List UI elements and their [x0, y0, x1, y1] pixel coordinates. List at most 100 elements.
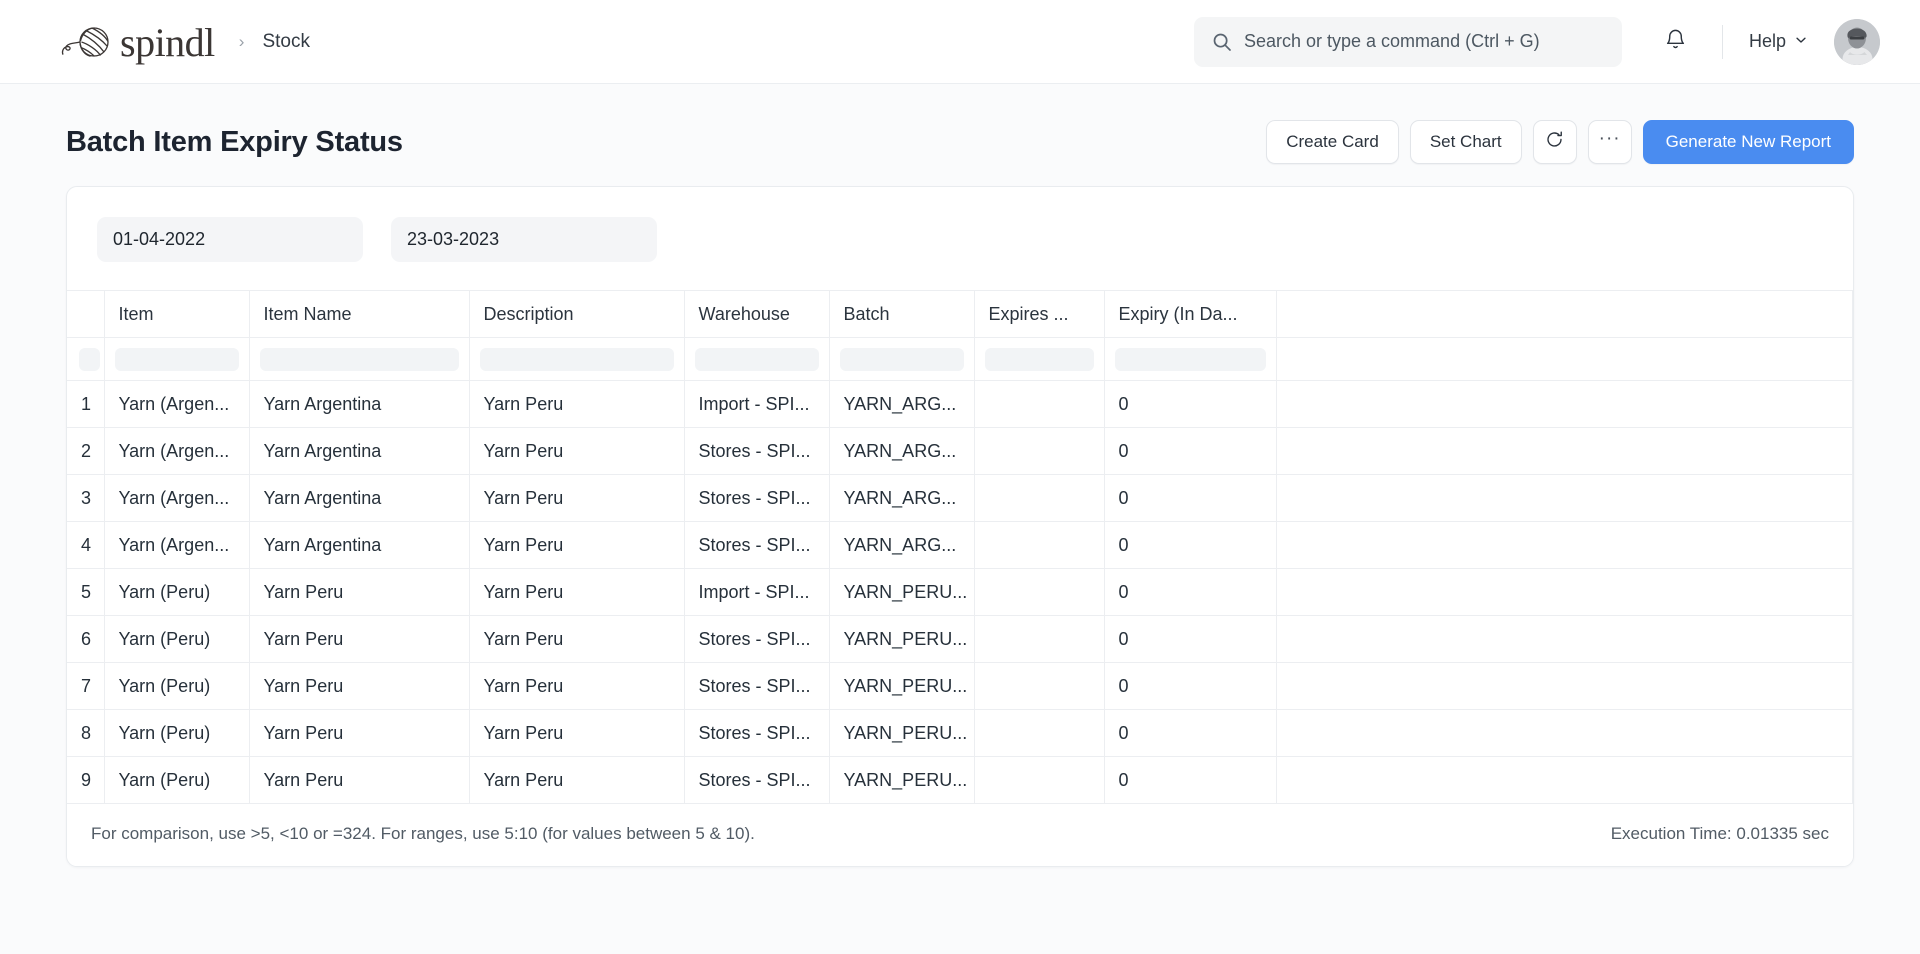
cell-expiry-days: 0: [1104, 521, 1277, 569]
table-row[interactable]: 9 Yarn (Peru) Yarn Peru Yarn Peru Stores - S…: [67, 756, 1853, 804]
page-header: Batch Item Expiry Status Create Card Set…: [66, 84, 1854, 186]
report-card: Item Item Name Description Warehouse Bat…: [66, 186, 1854, 867]
app-logo[interactable]: spindl: [60, 21, 215, 63]
page-actions: Create Card Set Chart ··· Generate New R…: [1266, 120, 1854, 164]
cell-expires: [974, 662, 1105, 710]
brand-area: spindl › Stock: [60, 21, 310, 63]
cell-item: Yarn (Peru): [104, 615, 250, 663]
cell-description: Yarn Peru: [469, 521, 685, 569]
cell-warehouse: Stores - SPI...: [684, 756, 830, 804]
row-index: 5: [67, 568, 105, 616]
refresh-icon: [1545, 130, 1564, 154]
header-warehouse[interactable]: Warehouse: [684, 290, 830, 338]
cell-item-name: Yarn Peru: [249, 662, 470, 710]
table-body: 1 Yarn (Argen... Yarn Argentina Yarn Peru Im…: [67, 380, 1853, 804]
cell-item: Yarn (Argen...: [104, 521, 250, 569]
filter-batch: [829, 337, 975, 381]
cell-expiry-days: 0: [1104, 474, 1277, 522]
cell-spacer: [1276, 521, 1853, 569]
yarn-ball-icon: [60, 21, 114, 63]
user-avatar[interactable]: [1834, 18, 1880, 65]
cell-spacer: [1276, 662, 1853, 710]
cell-item: Yarn (Argen...: [104, 427, 250, 475]
table-row[interactable]: 2 Yarn (Argen... Yarn Argentina Yarn Peru St…: [67, 427, 1853, 475]
table-row[interactable]: 8 Yarn (Peru) Yarn Peru Yarn Peru Stores - S…: [67, 709, 1853, 757]
header-expiry-days[interactable]: Expiry (In Da...: [1104, 290, 1277, 338]
header-item[interactable]: Item: [104, 290, 250, 338]
cell-item: Yarn (Peru): [104, 709, 250, 757]
filter-expires: [974, 337, 1105, 381]
table-row[interactable]: 1 Yarn (Argen... Yarn Argentina Yarn Peru Im…: [67, 380, 1853, 428]
chevron-down-icon: [1794, 31, 1808, 52]
cell-expires: [974, 756, 1105, 804]
column-filter-row: [67, 337, 1853, 381]
cell-warehouse: Stores - SPI...: [684, 615, 830, 663]
cell-spacer: [1276, 380, 1853, 428]
cell-expiry-days: 0: [1104, 756, 1277, 804]
cell-batch: YARN_PERU...: [829, 615, 975, 663]
header-expires[interactable]: Expires ...: [974, 290, 1105, 338]
row-index: 3: [67, 474, 105, 522]
filter-item: [104, 337, 250, 381]
header-spacer: [1276, 290, 1853, 338]
cell-item: Yarn (Peru): [104, 756, 250, 804]
cell-item-name: Yarn Peru: [249, 568, 470, 616]
cell-item-name: Yarn Peru: [249, 756, 470, 804]
table-row[interactable]: 6 Yarn (Peru) Yarn Peru Yarn Peru Stores - S…: [67, 615, 1853, 663]
cell-warehouse: Import - SPI...: [684, 380, 830, 428]
refresh-button[interactable]: [1532, 120, 1577, 164]
cell-expiry-days: 0: [1104, 615, 1277, 663]
notifications-button[interactable]: [1656, 22, 1696, 62]
top-navbar: spindl › Stock Search or type a command …: [0, 0, 1920, 84]
create-card-button[interactable]: Create Card: [1266, 120, 1399, 164]
generate-new-report-button[interactable]: Generate New Report: [1642, 120, 1854, 164]
page-title: Batch Item Expiry Status: [66, 125, 403, 158]
set-chart-button[interactable]: Set Chart: [1409, 120, 1522, 164]
cell-spacer: [1276, 474, 1853, 522]
filter-warehouse-input[interactable]: [694, 347, 819, 371]
filter-batch-input[interactable]: [839, 347, 964, 371]
row-index: 6: [67, 615, 105, 663]
filter-hint-text: For comparison, use >5, <10 or =324. For…: [91, 824, 755, 843]
table-row[interactable]: 4 Yarn (Argen... Yarn Argentina Yarn Peru St…: [67, 521, 1853, 569]
cell-description: Yarn Peru: [469, 615, 685, 663]
filter-item-name: [249, 337, 470, 381]
row-index: 9: [67, 756, 105, 804]
header-description[interactable]: Description: [469, 290, 685, 338]
table-row[interactable]: 3 Yarn (Argen... Yarn Argentina Yarn Peru St…: [67, 474, 1853, 522]
header-batch[interactable]: Batch: [829, 290, 975, 338]
filter-expires-input[interactable]: [984, 347, 1094, 371]
breadcrumb-separator: ›: [238, 31, 245, 51]
breadcrumb-stock[interactable]: Stock: [262, 31, 310, 53]
table-row[interactable]: 7 Yarn (Peru) Yarn Peru Yarn Peru Stores - S…: [67, 662, 1853, 710]
table-header: Item Item Name Description Warehouse Bat…: [67, 290, 1853, 381]
header-item-name[interactable]: Item Name: [249, 290, 470, 338]
filter-description-input[interactable]: [479, 347, 674, 371]
report-table-wrap: Item Item Name Description Warehouse Bat…: [67, 290, 1853, 804]
filter-item-input[interactable]: [114, 347, 239, 371]
cell-batch: YARN_PERU...: [829, 568, 975, 616]
cell-description: Yarn Peru: [469, 756, 685, 804]
filter-expiry-days-input[interactable]: [1114, 347, 1266, 371]
navbar-divider: [1721, 24, 1723, 59]
cell-item-name: Yarn Argentina: [249, 380, 470, 428]
row-index: 2: [67, 427, 105, 475]
cell-item-name: Yarn Argentina: [249, 427, 470, 475]
table-row[interactable]: 5 Yarn (Peru) Yarn Peru Yarn Peru Import - S…: [67, 568, 1853, 616]
cell-expiry-days: 0: [1104, 709, 1277, 757]
report-table: Item Item Name Description Warehouse Bat…: [67, 290, 1853, 804]
filter-description: [469, 337, 685, 381]
search-input[interactable]: Search or type a command (Ctrl + G): [1193, 16, 1622, 67]
more-options-button[interactable]: ···: [1587, 120, 1632, 164]
filter-item-name-input[interactable]: [259, 347, 459, 371]
filter-spacer: [1276, 337, 1853, 381]
cell-spacer: [1276, 756, 1853, 804]
cell-warehouse: Stores - SPI...: [684, 662, 830, 710]
cell-spacer: [1276, 615, 1853, 663]
to-date-input[interactable]: [391, 217, 657, 262]
filter-index-pill[interactable]: [79, 347, 100, 371]
help-menu-button[interactable]: Help: [1749, 31, 1808, 52]
search-icon: [1212, 32, 1232, 52]
from-date-input[interactable]: [97, 217, 363, 262]
cell-description: Yarn Peru: [469, 709, 685, 757]
